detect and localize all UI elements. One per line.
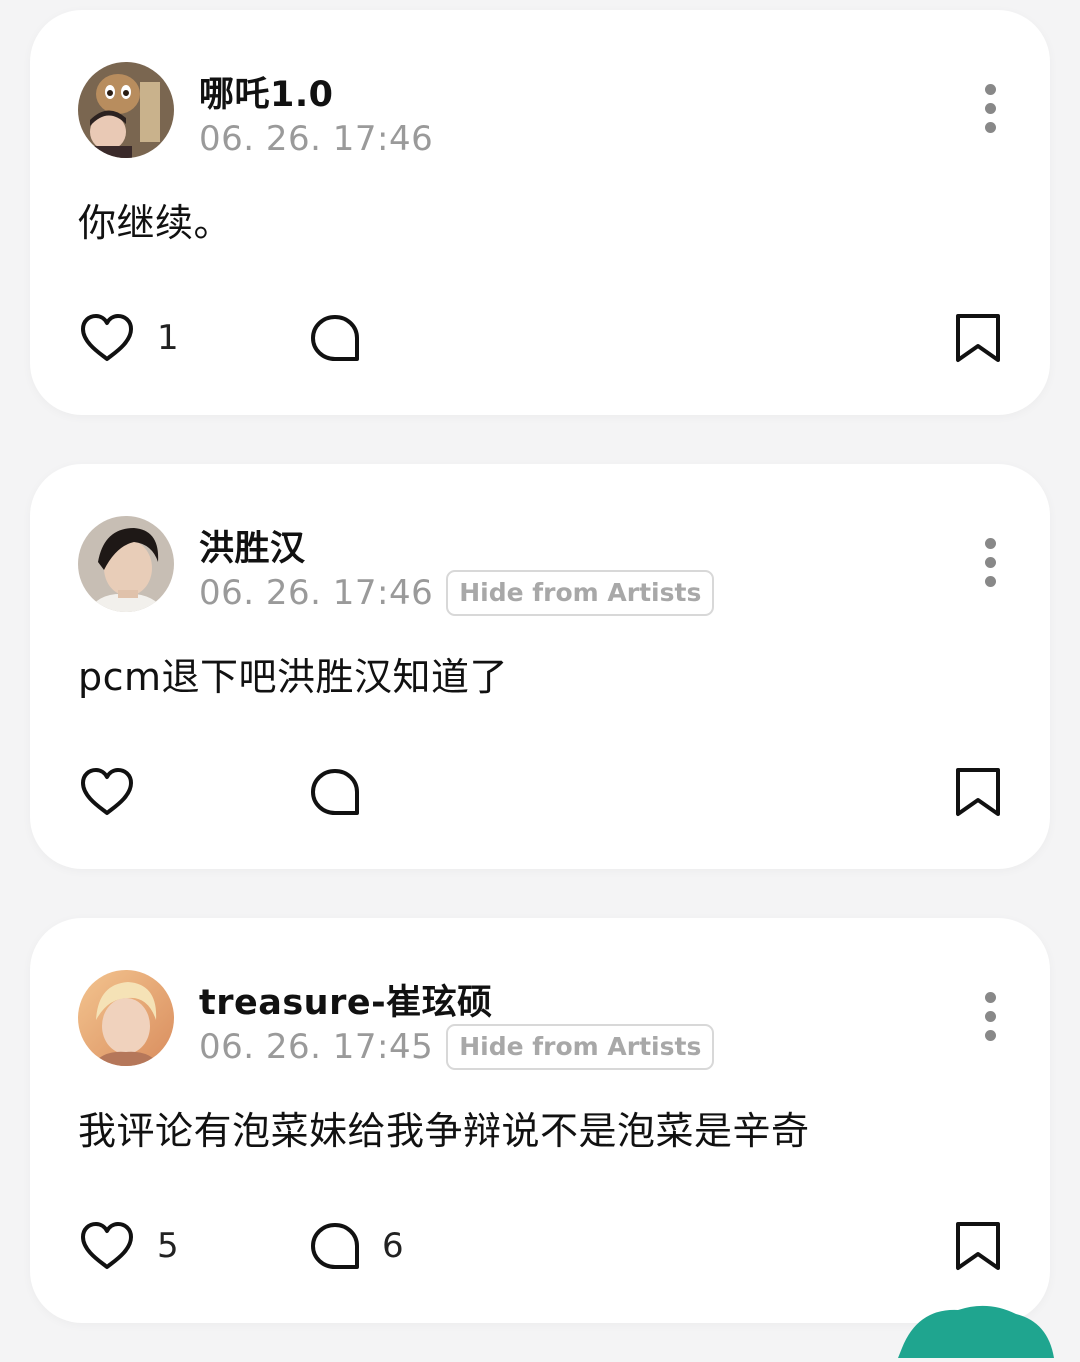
comment-button[interactable]: 6 — [309, 1216, 404, 1276]
post-actions: 5 6 — [78, 1216, 1002, 1276]
avatar[interactable] — [78, 516, 174, 612]
more-options-icon[interactable] — [978, 992, 1002, 1044]
bookmark-button[interactable] — [954, 762, 1002, 822]
avatar[interactable] — [78, 970, 174, 1066]
bookmark-button[interactable] — [954, 308, 1002, 368]
username[interactable]: 洪胜汉 — [199, 520, 306, 571]
speech-bubble-icon — [311, 315, 359, 361]
like-button[interactable]: 5 — [78, 1216, 179, 1276]
post-meta: 06. 26. 17:45 Hide from Artists — [199, 1023, 715, 1071]
timestamp: 06. 26. 17:46 — [199, 573, 434, 613]
like-button[interactable]: 1 — [78, 308, 179, 368]
post-content: pcm退下吧洪胜汉知道了 — [78, 655, 509, 699]
heart-icon — [81, 314, 133, 361]
more-options-icon[interactable] — [978, 84, 1002, 136]
like-count: 5 — [157, 1226, 179, 1266]
hide-from-artists-badge: Hide from Artists — [446, 570, 715, 616]
post-meta: 06. 26. 17:46 — [199, 115, 433, 163]
timestamp: 06. 26. 17:45 — [199, 1027, 434, 1067]
comment-count: 6 — [382, 1226, 404, 1266]
more-options-icon[interactable] — [978, 538, 1002, 590]
avatar[interactable] — [78, 62, 174, 158]
comment-button[interactable] — [309, 762, 382, 822]
post-content: 我评论有泡菜妹给我争辩说不是泡菜是辛奇 — [78, 1109, 810, 1153]
heart-icon — [81, 768, 133, 815]
bookmark-icon — [956, 768, 1000, 816]
speech-bubble-icon — [311, 1223, 359, 1269]
timestamp: 06. 26. 17:46 — [199, 119, 434, 159]
post-actions: 1 — [78, 308, 1002, 368]
username[interactable]: 哪吒1.0 — [199, 66, 334, 117]
post-meta: 06. 26. 17:46 Hide from Artists — [199, 569, 715, 617]
post-card: 洪胜汉 06. 26. 17:46 Hide from Artists pcm退… — [30, 464, 1050, 869]
like-button[interactable] — [78, 762, 157, 822]
post-actions — [78, 762, 1002, 822]
bookmark-icon — [956, 314, 1000, 362]
speech-bubble-icon — [311, 769, 359, 815]
hide-from-artists-badge: Hide from Artists — [446, 1024, 715, 1070]
bookmark-button[interactable] — [954, 1216, 1002, 1276]
bookmark-icon — [956, 1222, 1000, 1270]
username[interactable]: treasure-崔玹硕 — [199, 974, 493, 1025]
comment-button[interactable] — [309, 308, 382, 368]
post-content: 你继续。 — [78, 201, 233, 245]
post-card: treasure-崔玹硕 06. 26. 17:45 Hide from Art… — [30, 918, 1050, 1323]
post-card: 哪吒1.0 06. 26. 17:46 你继续。 1 — [30, 10, 1050, 415]
heart-icon — [81, 1222, 133, 1269]
decorative-blob — [898, 1298, 1058, 1358]
like-count: 1 — [157, 318, 179, 358]
